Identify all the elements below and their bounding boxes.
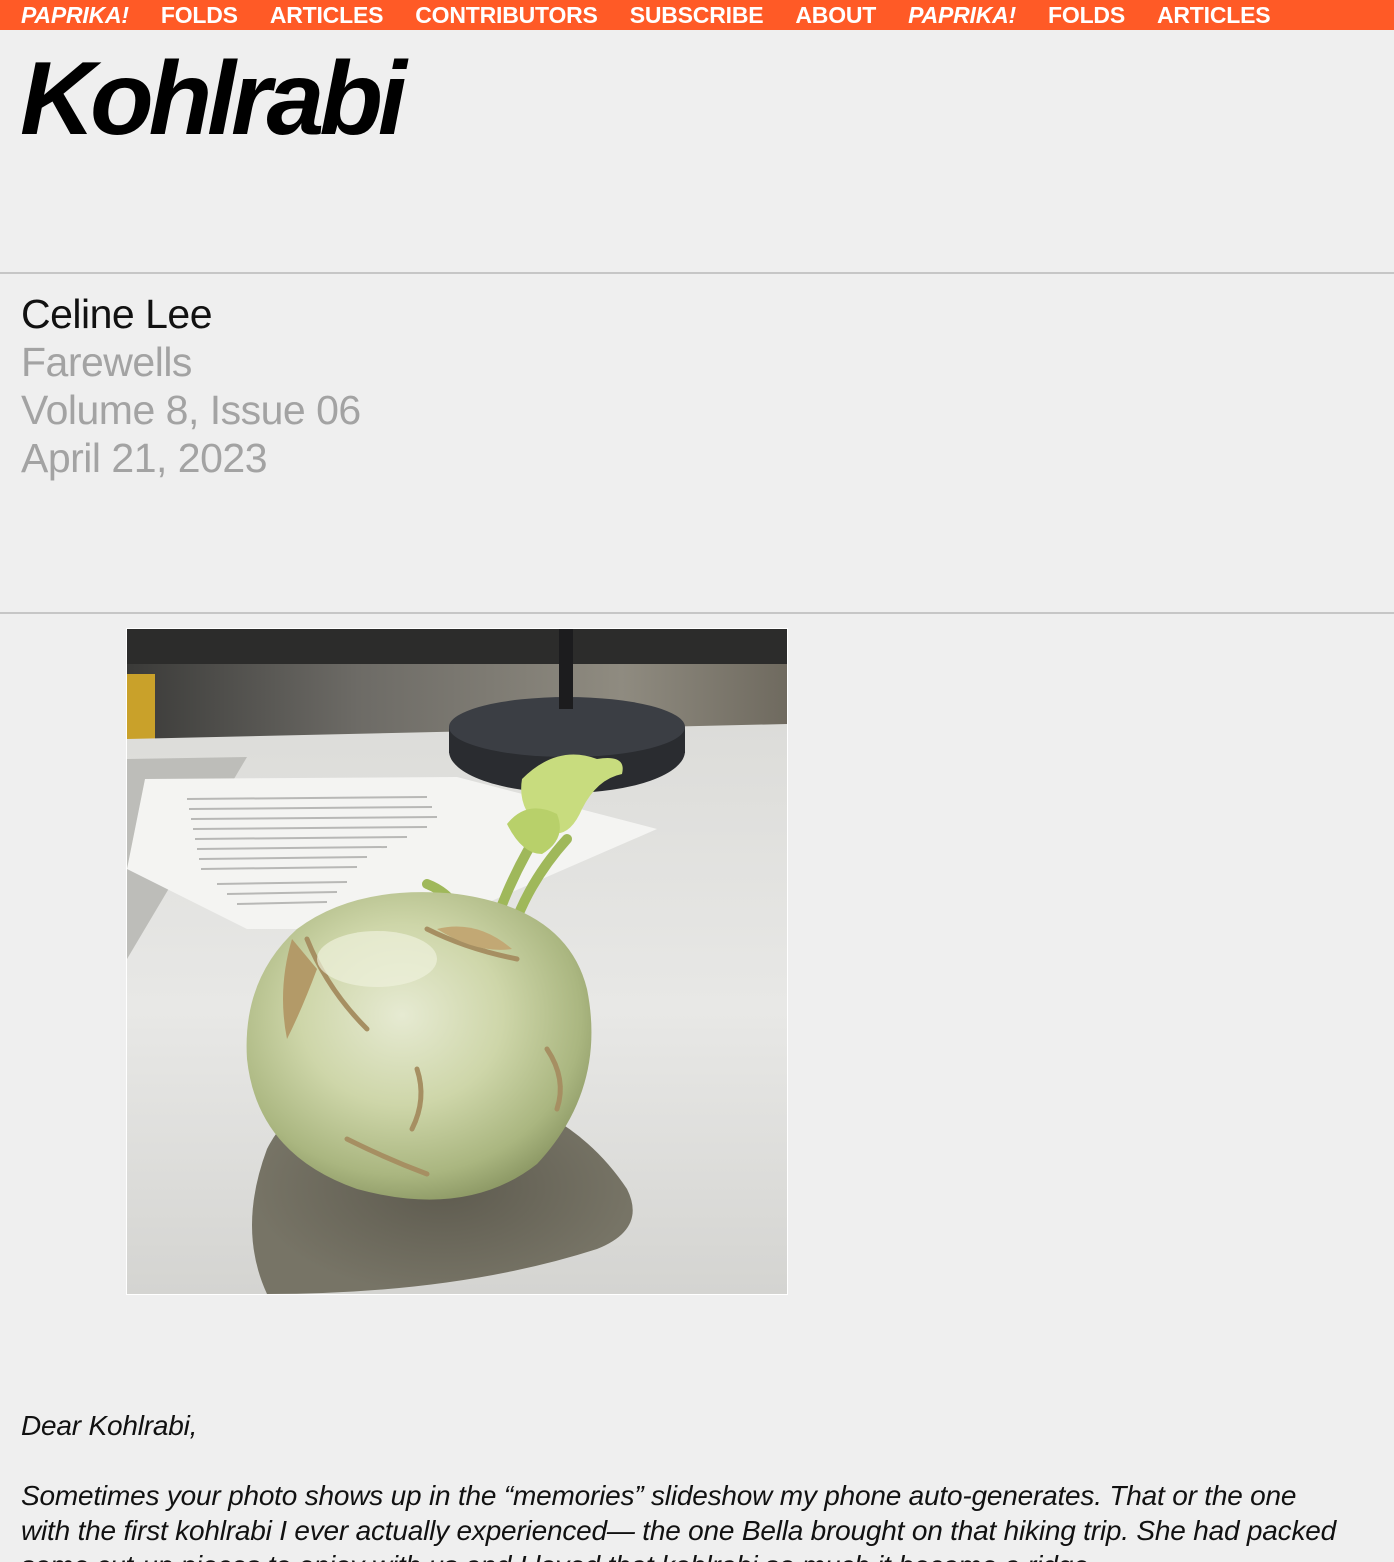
nav-item-paprika-repeat[interactable]: PAPRIKA! xyxy=(908,2,1016,28)
nav-item-about[interactable]: ABOUT xyxy=(795,2,876,28)
article-title: Kohlrabi xyxy=(20,41,407,157)
issue-link[interactable]: Volume 8, Issue 06 xyxy=(21,386,361,434)
nav-item-folds[interactable]: FOLDS xyxy=(161,2,238,28)
nav-item-articles[interactable]: ARTICLES xyxy=(270,2,384,28)
article-photo xyxy=(127,629,787,1294)
letter-salutation: Dear Kohlrabi, xyxy=(21,1410,198,1441)
nav-item-folds-repeat[interactable]: FOLDS xyxy=(1048,2,1125,28)
top-nav-track: PAPRIKA! FOLDS ARTICLES CONTRIBUTORS SUB… xyxy=(21,2,1302,28)
nav-item-paprika[interactable]: PAPRIKA! xyxy=(21,2,129,28)
article-meta: Celine Lee Farewells Volume 8, Issue 06 … xyxy=(21,290,361,482)
author-link[interactable]: Celine Lee xyxy=(21,290,361,338)
nav-item-contributors[interactable]: CONTRIBUTORS xyxy=(415,2,598,28)
nav-item-articles-repeat[interactable]: ARTICLES xyxy=(1157,2,1271,28)
meta-divider xyxy=(0,612,1394,614)
nav-item-subscribe[interactable]: SUBSCRIBE xyxy=(630,2,764,28)
top-nav: PAPRIKA! FOLDS ARTICLES CONTRIBUTORS SUB… xyxy=(0,0,1394,30)
publish-date: April 21, 2023 xyxy=(21,435,268,481)
section-link[interactable]: Farewells xyxy=(21,338,361,386)
letter-text: Dear Kohlrabi, Sometimes your photo show… xyxy=(21,1408,1351,1562)
letter-body: Sometimes your photo shows up in the “me… xyxy=(21,1480,1337,1562)
header-divider xyxy=(0,272,1394,274)
